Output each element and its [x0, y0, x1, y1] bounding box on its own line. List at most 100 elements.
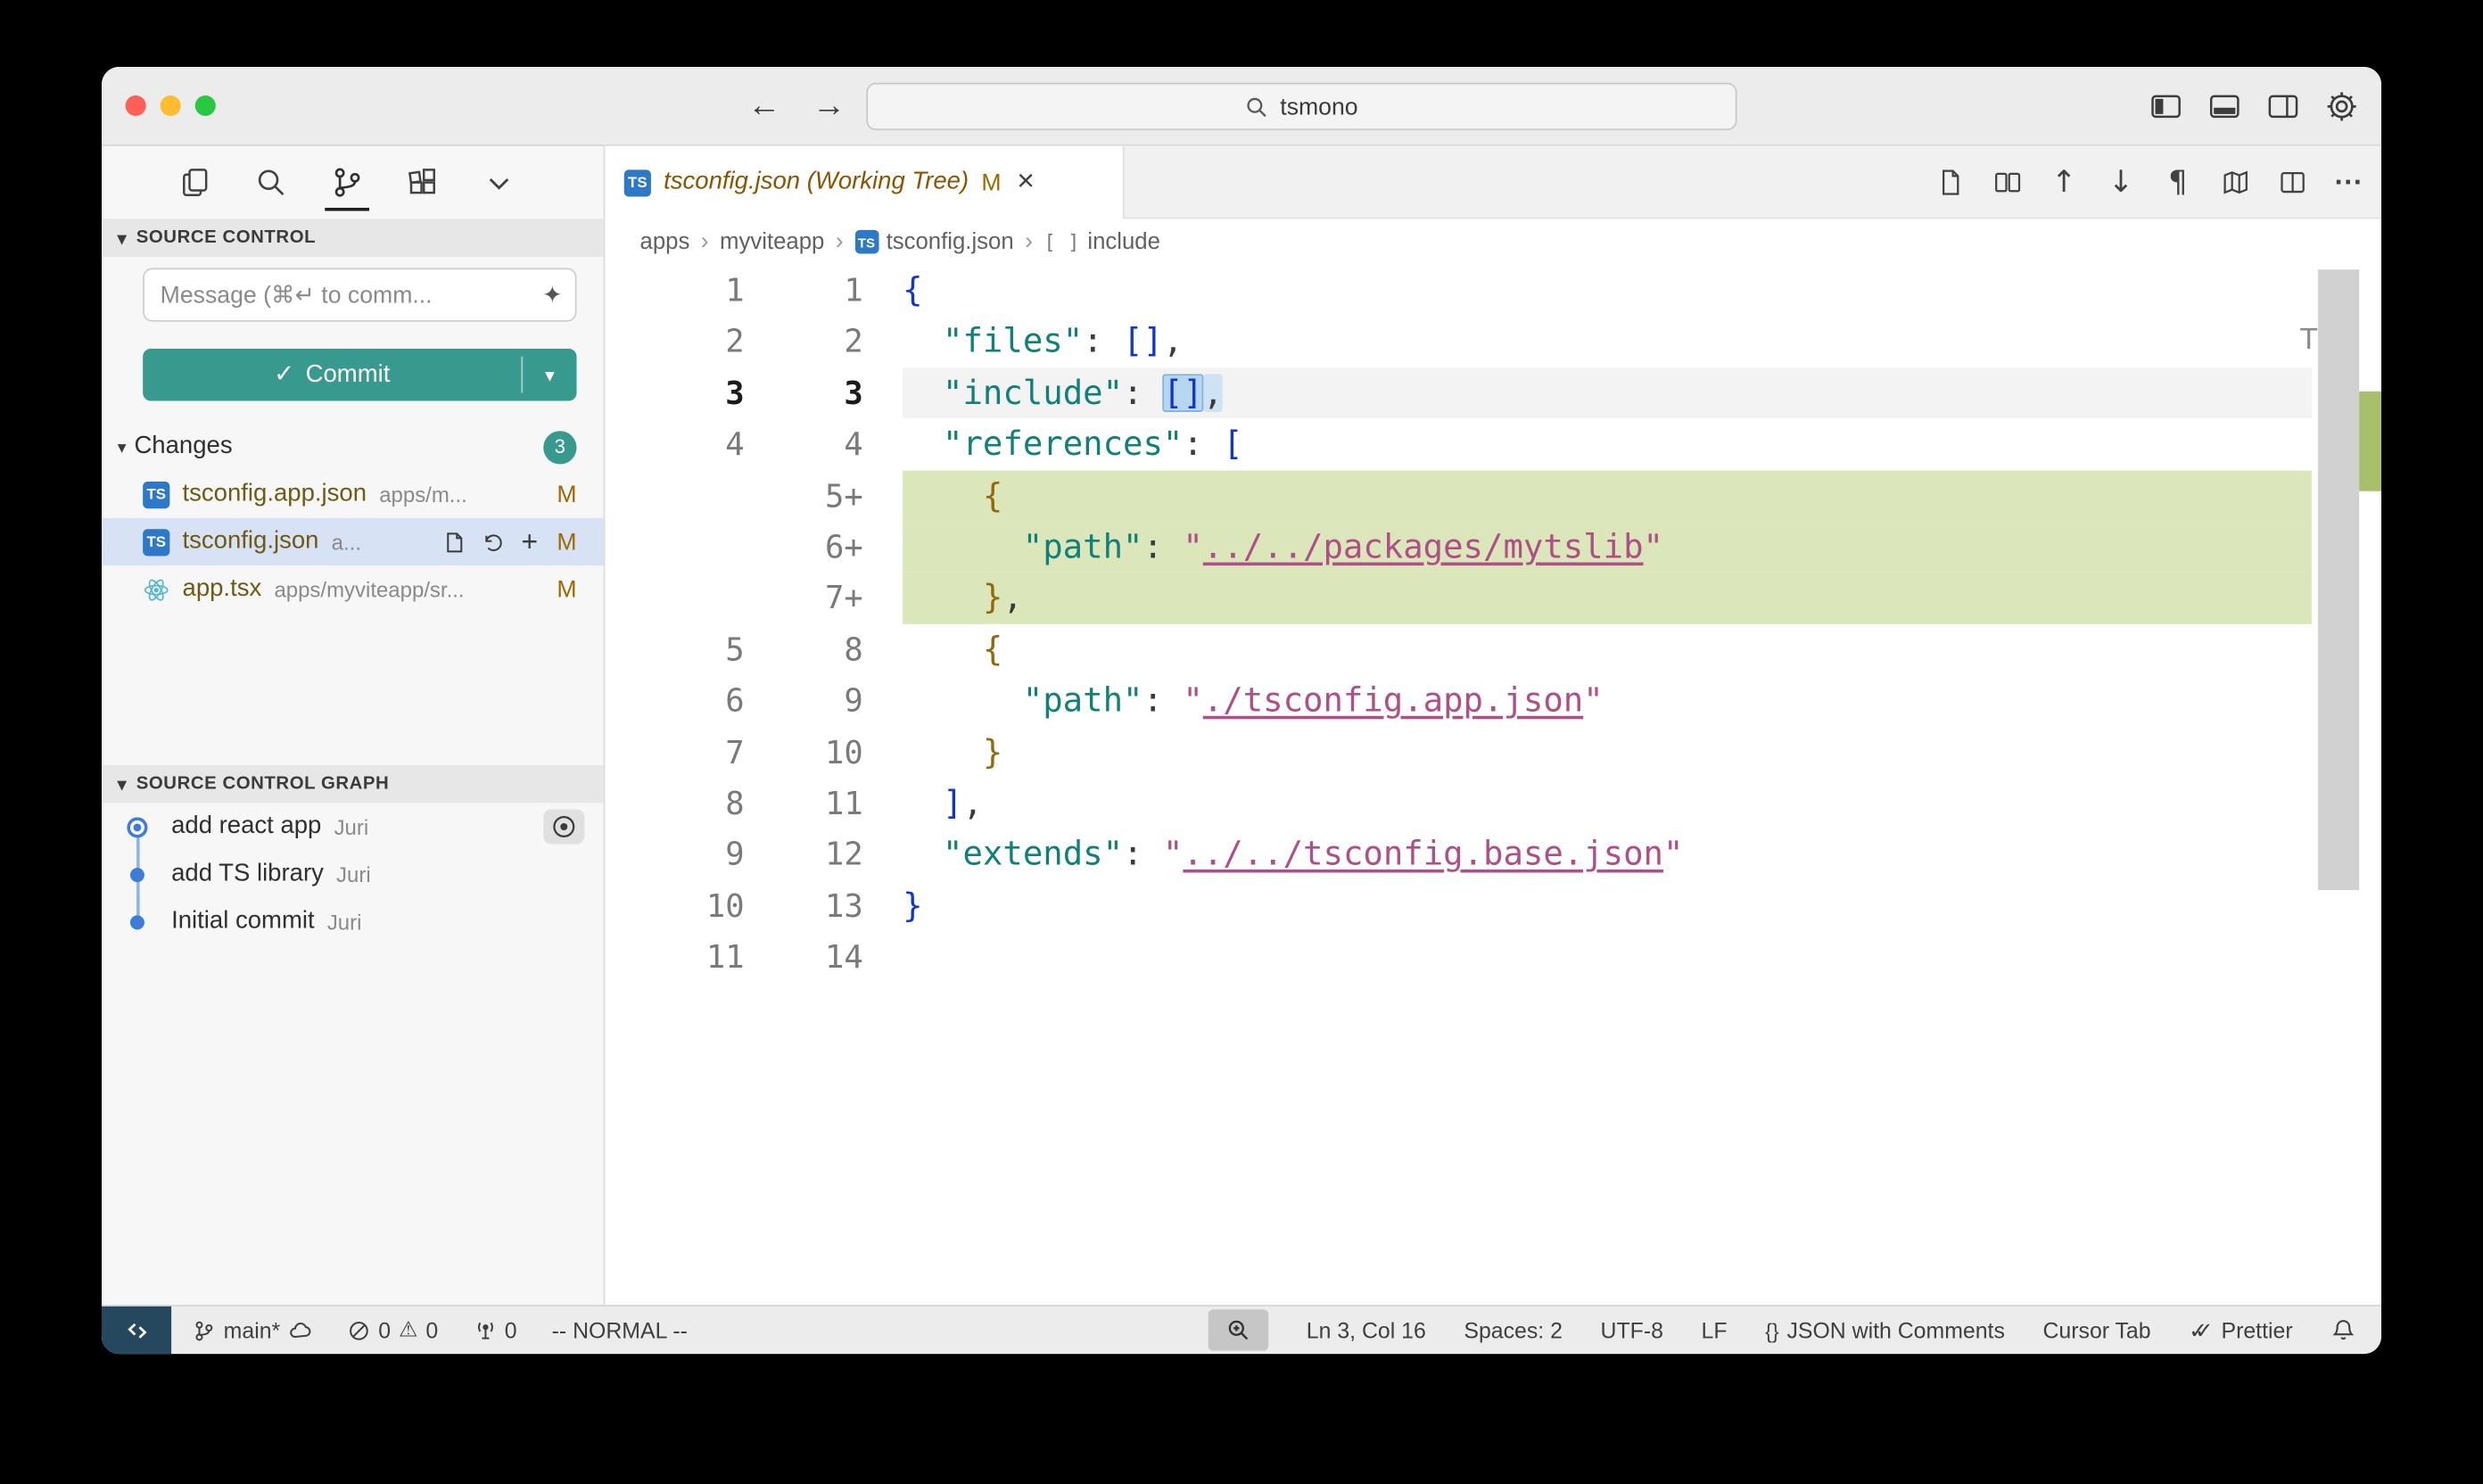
tab-title: tsconfig.json (Working Tree) [664, 169, 969, 197]
file-status-badge: M [557, 481, 576, 507]
array-symbol-icon: [ ] [1044, 230, 1079, 254]
code-line[interactable]: 5+ { [605, 470, 2381, 521]
cursor-position-item[interactable]: Ln 3, Col 16 [1307, 1317, 1426, 1342]
stage-icon[interactable]: + [521, 528, 538, 556]
status-bar: main* 0 ⚠ 0 0 -- NORMAL -- [102, 1305, 2381, 1354]
cursor-tab-item[interactable]: Cursor Tab [2042, 1317, 2150, 1342]
broadcast-icon [473, 1318, 497, 1342]
extensions-icon[interactable] [406, 165, 441, 200]
close-icon[interactable]: × [1017, 165, 1035, 200]
map-icon[interactable] [2218, 166, 2251, 199]
overlay-text: T [2299, 324, 2318, 359]
formatter-item[interactable]: ✓✓ Prettier [2189, 1316, 2292, 1343]
changes-label: Changes [134, 433, 232, 461]
up-arrow-icon[interactable]: ↑ [2047, 166, 2080, 199]
discard-icon[interactable] [482, 530, 506, 554]
more-actions-icon[interactable]: ··· [2332, 166, 2365, 199]
breadcrumb-item[interactable]: myviteapp [720, 229, 824, 254]
code-line[interactable]: 33 "include": [], [605, 367, 2381, 418]
eol-item[interactable]: LF [1702, 1317, 1728, 1342]
gear-icon[interactable] [2324, 89, 2359, 124]
code-line[interactable]: 69 "path": "./tsconfig.app.json" [605, 675, 2381, 726]
vertical-scrollbar[interactable] [2318, 269, 2359, 890]
ts-file-icon: TS [143, 528, 169, 555]
layout-sidebar-left-icon[interactable] [2149, 89, 2183, 124]
changes-header[interactable]: ▾ Changes 3 [102, 423, 604, 470]
titlebar: ← → tsmono [102, 67, 2381, 146]
remote-indicator[interactable] [102, 1307, 171, 1354]
scm-file-row[interactable]: TStsconfig.jsona...+M [102, 518, 604, 565]
indentation-item[interactable]: Spaces: 2 [1464, 1317, 1563, 1342]
source-control-graph-header[interactable]: ▾ SOURCE CONTROL GRAPH [102, 765, 604, 804]
commit-dropdown-chevron[interactable]: ▾ [523, 349, 576, 401]
layout-sidebar-right-icon[interactable] [2265, 89, 2300, 124]
zoom-icon[interactable] [195, 95, 216, 116]
chevron-down-icon: ▾ [118, 774, 127, 795]
changes-list: TStsconfig.app.jsonapps/m...MTStsconfig.… [102, 471, 604, 614]
check-icon: ✓ [274, 359, 294, 390]
ports-status-item[interactable]: 0 [473, 1317, 516, 1342]
language-mode-item[interactable]: {} JSON with Comments [1765, 1317, 2005, 1342]
close-icon[interactable] [126, 95, 146, 116]
code-line[interactable]: 58 { [605, 623, 2381, 674]
commit-dot-icon [129, 915, 144, 929]
code-line[interactable]: 912 "extends": "../../tsconfig.base.json… [605, 829, 2381, 879]
split-editor-icon[interactable] [2275, 166, 2308, 199]
forward-icon[interactable]: → [813, 87, 846, 126]
workspace-name: tsmono [1280, 93, 1357, 120]
sparkle-icon[interactable]: ✦ [542, 281, 562, 309]
breadcrumb-item[interactable]: apps [640, 229, 690, 254]
breadcrumb-item[interactable]: [ ]include [1044, 229, 1160, 254]
error-icon [347, 1318, 371, 1342]
editor-actions: ↑ ↓ ¶ ··· [1934, 146, 2366, 219]
minimize-icon[interactable] [161, 95, 181, 116]
vim-mode-indicator[interactable]: -- NORMAL -- [552, 1317, 688, 1342]
scm-file-row[interactable]: app.tsxapps/myviteapp/sr...M [102, 565, 604, 613]
layout-panel-icon[interactable] [2207, 89, 2242, 124]
target-icon[interactable] [543, 809, 584, 844]
code-line[interactable]: 1114 [605, 931, 2381, 982]
branch-status-item[interactable]: main* [192, 1317, 312, 1342]
commit-row[interactable]: add react appJuri [102, 803, 604, 850]
commit-row[interactable]: Initial commitJuri [102, 898, 604, 945]
commit-message-input[interactable] [143, 268, 576, 321]
commit-row[interactable]: add TS libraryJuri [102, 851, 604, 898]
code-line[interactable]: 44 "references": [ [605, 418, 2381, 469]
code-line[interactable]: 7+ }, [605, 573, 2381, 623]
code-line[interactable]: 6+ "path": "../../packages/mytslib" [605, 521, 2381, 572]
file-status-badge: M [557, 576, 576, 603]
section-title: SOURCE CONTROL GRAPH [136, 774, 390, 793]
open-file-icon[interactable] [442, 530, 466, 554]
code-line[interactable]: 811 ], [605, 778, 2381, 829]
scm-file-row[interactable]: TStsconfig.app.jsonapps/m...M [102, 471, 604, 518]
command-center[interactable]: tsmono [866, 83, 1736, 130]
branch-icon [192, 1318, 216, 1342]
ts-file-icon: TS [624, 169, 651, 195]
pilcrow-icon[interactable]: ¶ [2161, 166, 2194, 199]
back-icon[interactable]: ← [747, 87, 780, 126]
ts-file-icon: TS [854, 230, 879, 254]
diff-editor[interactable]: 11{22 "files": [],33 "include": [],44 "r… [605, 265, 2381, 1305]
problems-status-item[interactable]: 0 ⚠ 0 [347, 1317, 438, 1342]
code-line[interactable]: 11{ [605, 265, 2381, 316]
tab-bar: TS tsconfig.json (Working Tree) M × ↑ ↓ … [605, 146, 2381, 219]
open-file-icon[interactable] [1934, 166, 1967, 199]
code-line[interactable]: 1013} [605, 880, 2381, 931]
breadcrumb-item[interactable]: TStsconfig.json [854, 229, 1014, 254]
commit-button[interactable]: ✓ Commit ▾ [143, 349, 576, 401]
code-line[interactable]: 710 } [605, 726, 2381, 777]
search-icon[interactable] [253, 165, 288, 200]
encoding-item[interactable]: UTF-8 [1601, 1317, 1663, 1342]
compare-icon[interactable] [1991, 166, 2024, 199]
chevron-down-icon[interactable] [482, 165, 516, 200]
chevron-down-icon: ▾ [118, 227, 127, 248]
source-control-icon[interactable] [330, 165, 365, 200]
down-arrow-icon[interactable]: ↓ [2104, 166, 2137, 199]
magnifier-plus-icon[interactable] [1209, 1309, 1268, 1350]
source-control-header[interactable]: ▾ SOURCE CONTROL [102, 218, 604, 257]
code-line[interactable]: 22 "files": [], [605, 316, 2381, 367]
react-file-icon [143, 576, 169, 603]
bell-icon[interactable] [2330, 1317, 2355, 1342]
tab-tsconfig-working-tree[interactable]: TS tsconfig.json (Working Tree) M × [605, 146, 1124, 219]
files-copy-icon[interactable] [177, 165, 212, 200]
